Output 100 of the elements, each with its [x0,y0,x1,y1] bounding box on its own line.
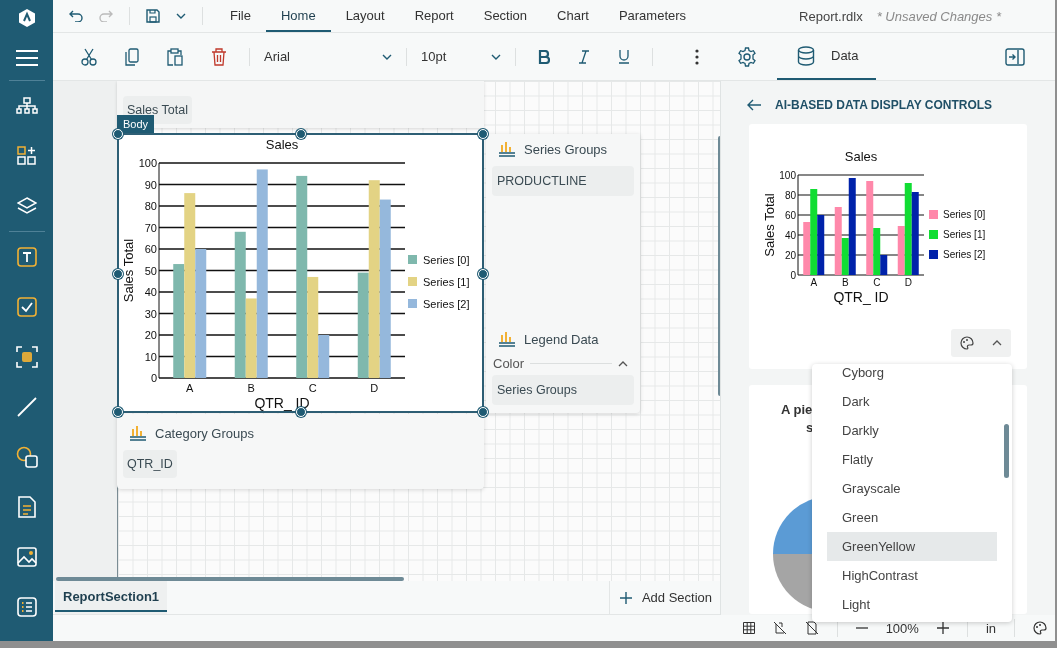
font-size-select[interactable]: 10pt [415,41,507,72]
legend-swatch [929,210,938,219]
grid-icon[interactable] [742,622,755,634]
scrollbar[interactable] [1004,424,1009,478]
resize-handle[interactable] [478,129,488,139]
menu-tab[interactable]: Section [468,0,543,32]
menu-item[interactable]: Dark [827,387,997,416]
resize-handle[interactable] [113,407,123,417]
tick-label: 80 [784,189,796,201]
checkbox-icon[interactable] [16,297,37,317]
axis-title: Sales Total [762,193,777,257]
chevron-icon[interactable] [992,340,1002,346]
tick-label: 0 [790,269,796,281]
menu-item[interactable]: Cyborg [827,364,997,387]
menu-item[interactable]: Green [827,503,997,532]
logo-icon [18,9,35,27]
chart-icon [129,425,147,441]
tick-label: 90 [144,178,157,191]
category-label: B [841,277,849,288]
menu-tab[interactable]: Chart [542,0,604,32]
list-icon[interactable] [16,597,37,617]
category-label: A [186,382,194,394]
zoom-in-icon[interactable] [936,622,949,634]
add-section-button[interactable]: Add Section [608,581,720,614]
font-select[interactable]: Arial [258,41,398,72]
caret-icon [491,53,501,60]
tick-label: 10 [144,350,157,363]
tick-label: 20 [144,329,157,341]
tick-label: 70 [144,221,157,234]
collapse-panel-icon[interactable] [1005,47,1025,66]
caret-icon [382,53,392,60]
panel-title: Category Groups [155,425,254,441]
snap-off-icon[interactable] [772,621,787,635]
back-arrow-icon[interactable] [747,99,761,111]
legend-label: Series [2] [943,249,986,260]
chart-icon [498,141,516,157]
tick-label: 0 [150,372,157,384]
text-box-icon[interactable] [16,247,37,267]
bold-icon[interactable] [538,49,550,64]
image-icon[interactable] [16,547,37,567]
legend-swatch [408,299,417,308]
menu-item[interactable]: Darkly [827,416,997,445]
unit-selector[interactable]: in [985,620,996,636]
menu-item[interactable]: Flatly [827,445,997,474]
menu-tab[interactable]: File [215,0,266,32]
card-title: A pie [781,402,813,417]
tick-label: 20 [784,249,796,261]
caret-icon[interactable] [176,13,186,19]
menu-item[interactable]: Grayscale [827,474,997,503]
resize-handle[interactable] [113,129,123,139]
panel-title: AI-BASED DATA DISPLAY CONTROLS [775,98,993,112]
paste-icon[interactable] [167,47,183,66]
document-icon[interactable] [17,496,36,518]
underline-icon[interactable] [618,49,630,64]
resize-handle[interactable] [113,269,123,279]
zoom-level: 100% [885,620,919,636]
copy-icon[interactable] [125,47,139,66]
axis-title: QTR_ ID [833,289,889,305]
menu-item[interactable]: Light [827,590,997,619]
line-icon[interactable] [16,397,37,417]
database-icon [797,45,815,66]
layers-icon[interactable] [16,197,37,215]
italic-icon[interactable] [578,49,590,64]
group-field[interactable]: PRODUCTLINE [492,166,634,196]
legend-label: Series [0] [943,209,986,220]
menu-item[interactable]: GreenYellow [827,532,997,561]
hierarchy-icon[interactable] [15,97,38,115]
menu-item[interactable]: HighContrast [827,561,997,590]
ruler-off-icon[interactable] [804,621,819,635]
legend-swatch [929,250,938,259]
settings-icon[interactable] [737,46,757,67]
legend-swatch [408,255,417,264]
tick-label: 30 [144,307,157,320]
cut-icon[interactable] [81,47,97,66]
legend-label: Series [2] [423,298,470,310]
grid-plus-icon[interactable] [16,146,37,166]
undo-icon[interactable] [69,10,83,22]
group-field[interactable]: QTR_ID [123,450,177,478]
more-icon[interactable] [695,48,699,65]
file-name: Report.rdlx [799,8,863,24]
group-field[interactable]: Series Groups [492,375,634,405]
menu-tab[interactable]: Report [399,0,469,32]
chevron-icon[interactable] [618,360,628,367]
save-icon[interactable] [146,9,160,23]
palette-icon[interactable] [1033,621,1047,635]
tick-label: 100 [138,157,157,169]
palette-icon[interactable] [960,336,974,350]
resize-handle[interactable] [296,129,306,139]
menu-tab[interactable]: Layout [330,0,400,32]
tick-label: 100 [779,169,796,181]
menu-icon[interactable] [15,50,38,66]
section-tab[interactable]: ReportSection1 [55,581,168,614]
legend-label: Series [1] [423,276,470,288]
frame-icon[interactable] [15,346,38,368]
legend-swatch [929,230,938,239]
shapes-icon[interactable] [15,446,38,468]
category-label: A [810,277,818,288]
menu-tab[interactable]: Parameters [603,0,702,32]
scrollbar[interactable] [56,577,404,581]
delete-icon[interactable] [211,47,227,66]
